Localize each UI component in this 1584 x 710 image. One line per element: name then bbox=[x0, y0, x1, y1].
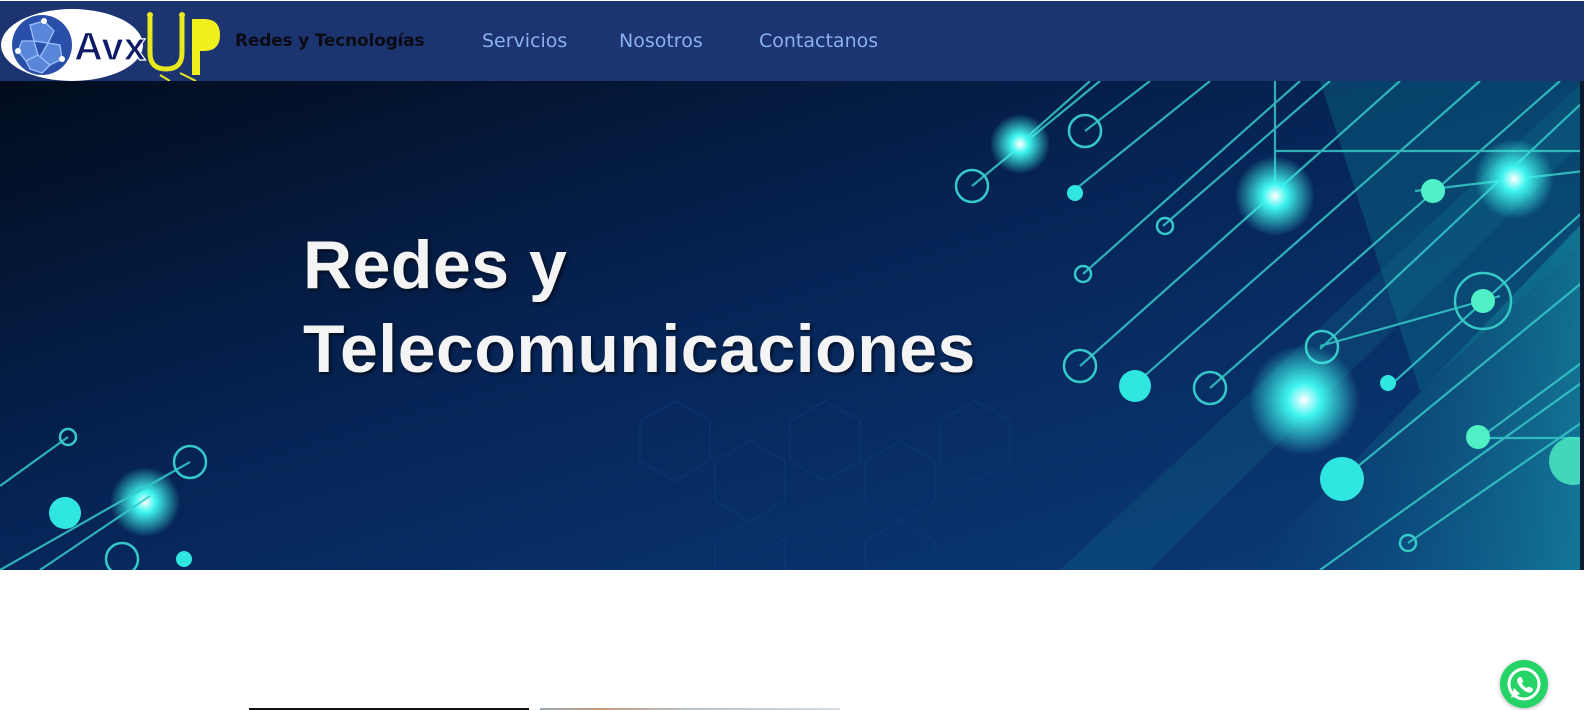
hero-title-line-1: Redes y bbox=[303, 227, 568, 303]
nav-link-contactanos[interactable]: Contactanos bbox=[759, 30, 878, 52]
company-logo[interactable]: Avx bbox=[0, 5, 222, 81]
top-navbar: Avx Redes y Tecnologías Servicios Nosotr… bbox=[0, 1, 1584, 81]
whatsapp-icon bbox=[1507, 667, 1541, 701]
whatsapp-button[interactable] bbox=[1500, 660, 1548, 708]
brand-name: Redes y Tecnologías bbox=[235, 31, 425, 51]
hero-banner: Redes y Telecomunicaciones bbox=[0, 81, 1584, 570]
svg-text:Avx: Avx bbox=[74, 25, 146, 69]
hero-title-line-2: Telecomunicaciones bbox=[303, 311, 976, 387]
hero-title: Redes y Telecomunicaciones bbox=[303, 223, 976, 391]
nav-link-nosotros[interactable]: Nosotros bbox=[619, 30, 703, 52]
nav-link-servicios[interactable]: Servicios bbox=[482, 30, 567, 52]
